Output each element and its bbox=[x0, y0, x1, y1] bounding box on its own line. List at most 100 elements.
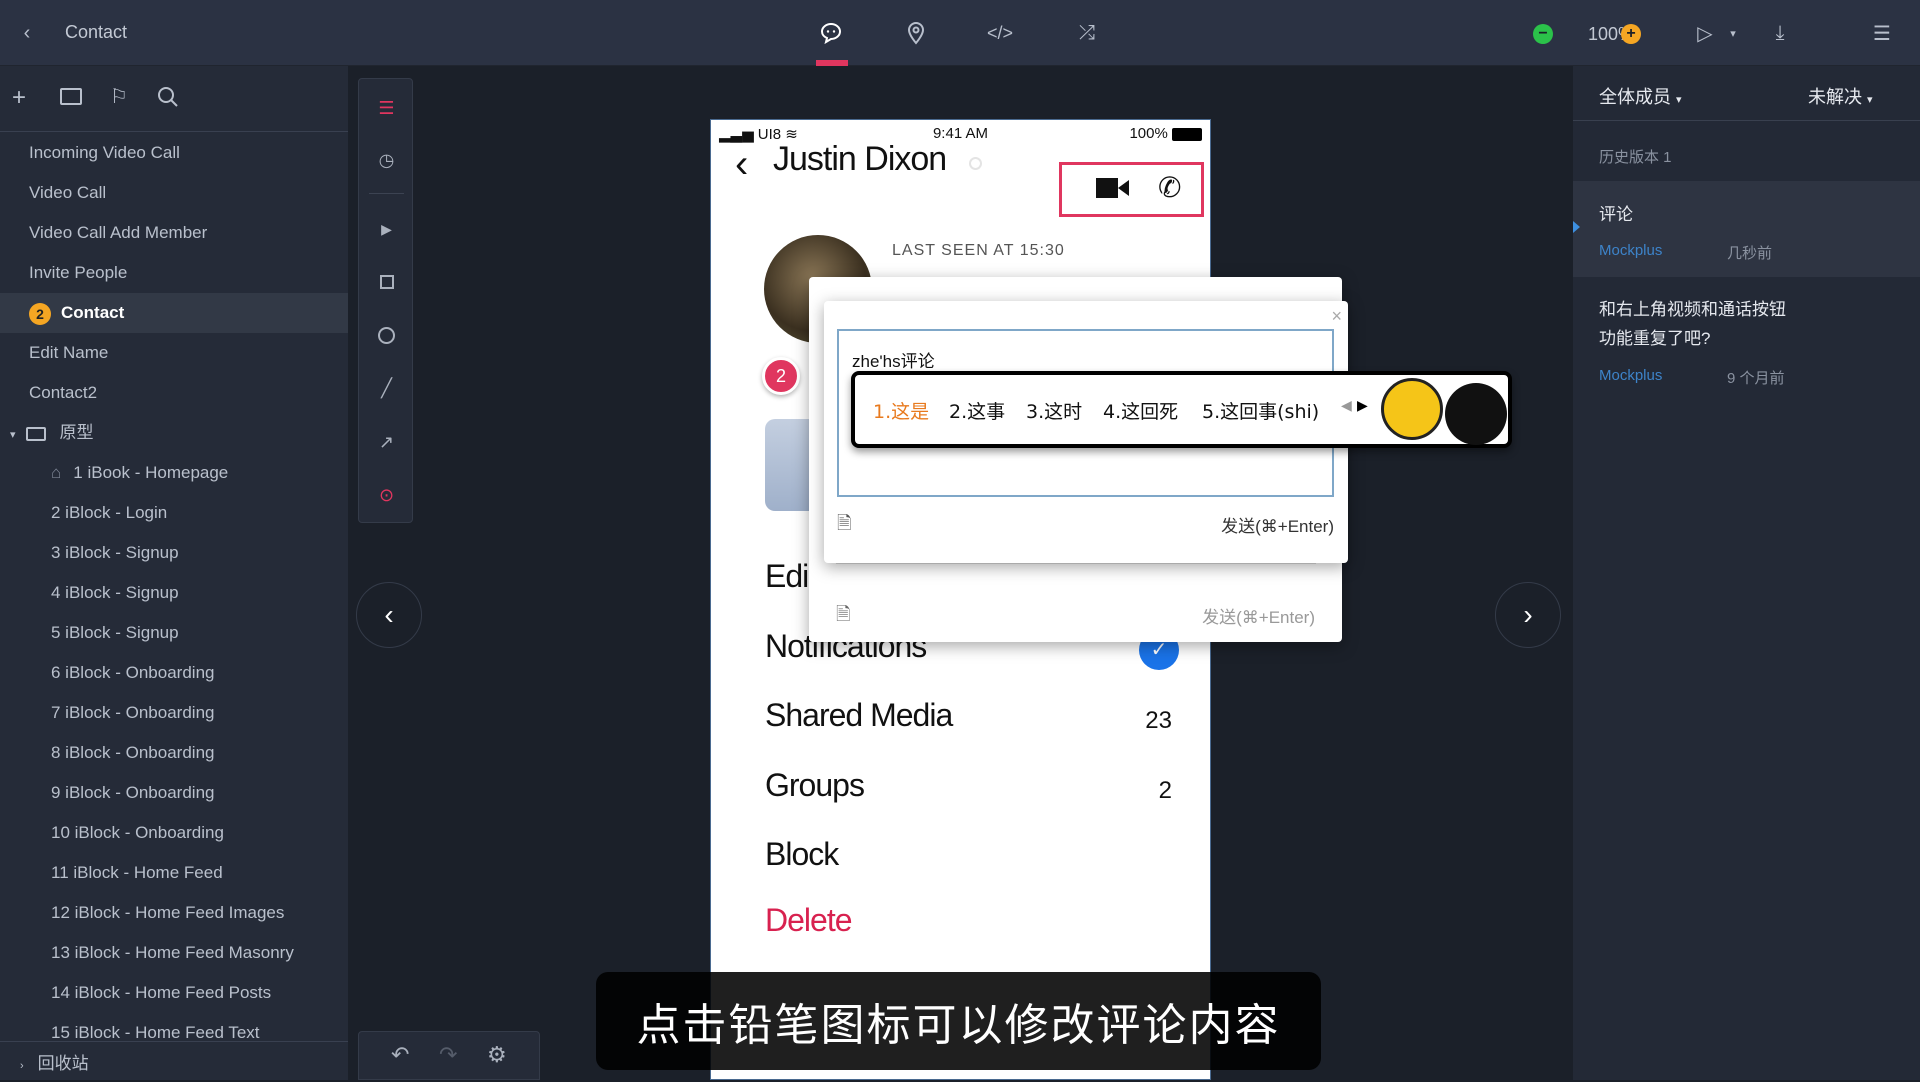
sidebar-child-item[interactable]: 10 iBlock - Onboarding bbox=[0, 813, 348, 853]
location-pin-icon[interactable] bbox=[901, 18, 931, 48]
sidebar-child-item[interactable]: 2 iBlock - Login bbox=[0, 493, 348, 533]
video-subtitle: 点击铅笔图标可以修改评论内容 bbox=[596, 972, 1321, 1070]
item-label: 15 iBlock - Home Feed Text bbox=[51, 1023, 260, 1041]
comment-marker-badge[interactable]: 2 bbox=[762, 357, 800, 395]
member-filter-dropdown[interactable]: 全体成员 ▾ bbox=[1599, 83, 1682, 109]
item-label: Contact2 bbox=[29, 383, 98, 402]
circle-icon[interactable] bbox=[359, 320, 414, 350]
menu-icon[interactable]: ☰ bbox=[1867, 18, 1897, 48]
divider bbox=[0, 1041, 348, 1042]
pencil-line-icon[interactable]: ╱ bbox=[359, 373, 414, 403]
sidebar-child-item[interactable]: 11 iBlock - Home Feed bbox=[0, 853, 348, 893]
annotation-toolbar: ☰ ◷ ▶ ╱ ↗ ⊙ bbox=[358, 78, 413, 523]
settings-gear-icon[interactable]: ⚙ bbox=[487, 1042, 507, 1068]
close-icon[interactable]: × bbox=[1331, 306, 1342, 327]
row-delete[interactable]: Delete bbox=[765, 902, 852, 939]
comment-item[interactable]: 和右上角视频和通话按钮功能重复了吧? Mockplus 9 个月前 bbox=[1573, 291, 1920, 421]
item-label: Video Call Add Member bbox=[29, 223, 208, 242]
download-icon[interactable]: ⤓ bbox=[1765, 18, 1795, 48]
shuffle-icon[interactable]: ⤮ bbox=[1072, 18, 1102, 48]
chevron-down-icon: ▾ bbox=[1676, 94, 1682, 106]
send-button[interactable]: 发送(⌘+Enter) bbox=[1221, 512, 1334, 537]
redo-icon[interactable]: ↷ bbox=[439, 1042, 457, 1068]
video-camera-icon[interactable] bbox=[1096, 175, 1130, 201]
attachment-icon[interactable]: 🗎 bbox=[837, 511, 851, 541]
sidebar-item-video-call[interactable]: Video Call bbox=[0, 173, 348, 213]
ime-candidate[interactable]: 1.这是 bbox=[873, 397, 929, 424]
sidebar-child-item[interactable]: 5 iBlock - Signup bbox=[0, 613, 348, 653]
chevron-down-icon[interactable]: ▾ bbox=[1718, 18, 1748, 48]
next-page-button[interactable]: › bbox=[1495, 582, 1561, 648]
ime-prev-icon[interactable]: ◀ bbox=[1341, 397, 1352, 414]
undo-icon[interactable]: ↶ bbox=[391, 1042, 409, 1068]
ime-candidate[interactable]: 4.这回死 bbox=[1103, 397, 1178, 424]
chevron-down-icon: ▾ bbox=[10, 429, 16, 441]
item-label: 1 iBook - Homepage bbox=[73, 463, 229, 482]
chevron-right-icon: › bbox=[20, 1060, 24, 1072]
sidebar-item-contact[interactable]: 2 Contact bbox=[0, 293, 348, 333]
layers-icon[interactable]: ☰ bbox=[359, 93, 414, 123]
item-label: 12 iBlock - Home Feed Images bbox=[51, 903, 285, 922]
ime-candidate[interactable]: 2.这事 bbox=[949, 397, 1005, 424]
back-chevron-icon[interactable]: ‹ bbox=[12, 18, 42, 48]
sidebar-item-incoming-video-call[interactable]: Incoming Video Call bbox=[0, 133, 348, 173]
comment-text: 评论 bbox=[1599, 205, 1633, 224]
ime-candidate[interactable]: 3.这时 bbox=[1026, 397, 1082, 424]
previous-page-button[interactable]: ‹ bbox=[356, 582, 422, 648]
sidebar-child-item[interactable]: 7 iBlock - Onboarding bbox=[0, 693, 348, 733]
history-clock-icon[interactable]: ◷ bbox=[359, 145, 414, 175]
pointer-icon[interactable]: ▶ bbox=[359, 214, 414, 244]
search-icon[interactable] bbox=[157, 86, 179, 113]
sidebar-item-invite-people[interactable]: Invite People bbox=[0, 253, 348, 293]
play-icon[interactable]: ▷ bbox=[1690, 18, 1720, 48]
sidebar-child-item[interactable]: 9 iBlock - Onboarding bbox=[0, 773, 348, 813]
sidebar-child-item[interactable]: ⌂ 1 iBook - Homepage bbox=[0, 453, 348, 493]
arrow-icon[interactable]: ↗ bbox=[359, 427, 414, 457]
comment-item-selected[interactable]: 评论 Mockplus 几秒前 bbox=[1573, 181, 1920, 277]
status-filter-dropdown[interactable]: 未解决 ▾ bbox=[1808, 83, 1873, 109]
sidebar-child-item[interactable]: 6 iBlock - Onboarding bbox=[0, 653, 348, 693]
row-shared-media[interactable]: Shared Media bbox=[765, 697, 953, 734]
sidebar-trash[interactable]: › 回收站 bbox=[0, 1048, 348, 1080]
yellow-mascot-icon bbox=[1381, 378, 1443, 440]
row-groups[interactable]: Groups bbox=[765, 767, 865, 804]
code-icon[interactable]: </> bbox=[985, 18, 1015, 48]
attachment-icon[interactable]: 🗎 bbox=[836, 602, 850, 632]
rectangle-icon[interactable] bbox=[359, 267, 414, 297]
comment-icon[interactable] bbox=[816, 18, 846, 48]
ime-next-icon[interactable]: ▶ bbox=[1357, 397, 1368, 414]
sidebar-item-video-call-add-member[interactable]: Video Call Add Member bbox=[0, 213, 348, 253]
row-edit[interactable]: Edi bbox=[765, 558, 809, 595]
sidebar-folder-prototype[interactable]: ▾ 原型 bbox=[0, 413, 348, 453]
filter-label: 全体成员 bbox=[1599, 87, 1671, 107]
folder-icon[interactable] bbox=[60, 88, 82, 105]
ime-candidate[interactable]: 5.这回事(shi) bbox=[1202, 397, 1319, 424]
trash-label: 回收站 bbox=[37, 1054, 89, 1073]
sidebar-child-item[interactable]: 15 iBlock - Home Feed Text bbox=[0, 1013, 348, 1041]
sidebar-child-item[interactable]: 13 iBlock - Home Feed Masonry bbox=[0, 933, 348, 973]
item-label: 13 iBlock - Home Feed Masonry bbox=[51, 943, 294, 962]
plus-icon[interactable]: + bbox=[12, 84, 26, 112]
back-chevron-icon[interactable]: ‹ bbox=[735, 142, 748, 187]
status-battery: 100% bbox=[1129, 125, 1202, 142]
sidebar-child-item[interactable]: 12 iBlock - Home Feed Images bbox=[0, 893, 348, 933]
sidebar-child-item[interactable]: 8 iBlock - Onboarding bbox=[0, 733, 348, 773]
battery-percent: 100% bbox=[1129, 125, 1168, 142]
comment-tool-icon[interactable]: ⊙ bbox=[359, 480, 414, 510]
phone-icon[interactable]: ✆ bbox=[1158, 171, 1181, 204]
zoom-in-button[interactable]: + bbox=[1621, 24, 1641, 44]
item-label: 10 iBlock - Onboarding bbox=[51, 823, 224, 842]
row-block[interactable]: Block bbox=[765, 836, 839, 873]
comment-time: 几秒前 bbox=[1727, 245, 1773, 262]
item-label: 11 iBlock - Home Feed bbox=[51, 863, 223, 882]
groups-count: 2 bbox=[1158, 777, 1172, 804]
flag-icon[interactable]: ⚐ bbox=[110, 84, 128, 109]
send-button-back[interactable]: 发送(⌘+Enter) bbox=[1202, 603, 1315, 628]
zoom-out-button[interactable]: − bbox=[1533, 24, 1553, 44]
sidebar-child-item[interactable]: 4 iBlock - Signup bbox=[0, 573, 348, 613]
sidebar-item-contact2[interactable]: Contact2 bbox=[0, 373, 348, 413]
sidebar-item-edit-name[interactable]: Edit Name bbox=[0, 333, 348, 373]
sidebar-child-item[interactable]: 3 iBlock - Signup bbox=[0, 533, 348, 573]
sidebar-child-item[interactable]: 14 iBlock - Home Feed Posts bbox=[0, 973, 348, 1013]
item-label: 6 iBlock - Onboarding bbox=[51, 663, 215, 682]
